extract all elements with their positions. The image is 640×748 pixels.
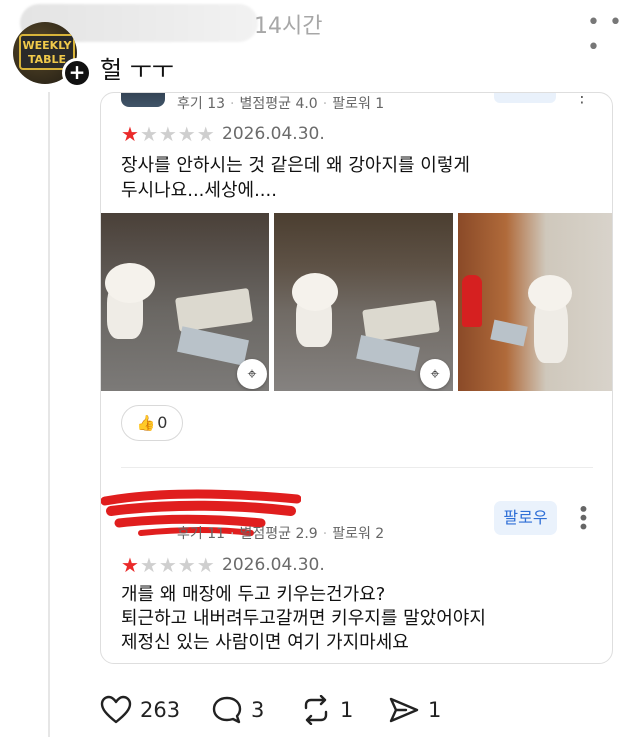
newspaper xyxy=(356,335,420,371)
dog-photo-3[interactable] xyxy=(458,213,612,391)
location-pin-icon[interactable]: ⌖ xyxy=(420,359,450,389)
send-icon xyxy=(389,697,419,723)
review-screenshot[interactable]: 후기 13 · 별점평균 4.0 · 팔로워 1 ⋮ ★★★★★ 2026.04.30.… xyxy=(100,92,613,664)
follow-button[interactable]: 팔로우 xyxy=(494,501,557,535)
like-count: 0 xyxy=(157,413,168,432)
repost-icon xyxy=(304,695,328,725)
share-count: 1 xyxy=(428,698,442,722)
divider xyxy=(121,467,593,468)
star-rating: ★★★★★ xyxy=(121,553,216,577)
reviewer-meta: 후기 11 · 별점평균 2.9 · 팔로워 2 xyxy=(177,526,385,542)
dog-photo-1[interactable]: ⌖ xyxy=(101,213,269,391)
share-action[interactable]: 1 xyxy=(388,693,441,727)
dog-head xyxy=(528,275,572,311)
reviewer-avatar xyxy=(121,93,165,107)
thumbs-up-icon: 👍 xyxy=(136,414,156,432)
dog-photo-2[interactable]: ⌖ xyxy=(274,213,453,391)
comment-count: 3 xyxy=(251,698,265,722)
newspaper xyxy=(177,326,249,366)
location-pin-icon[interactable]: ⌖ xyxy=(237,359,267,389)
like-action[interactable]: 263 xyxy=(100,693,180,727)
fire-extinguisher xyxy=(462,275,482,327)
comment-bubble-icon xyxy=(212,696,242,724)
more-horizontal-icon[interactable]: • • • xyxy=(587,10,640,60)
review-text-line-1: 개를 왜 매장에 두고 키우는건가요? xyxy=(121,584,386,605)
reviewer-meta: 후기 13 · 별점평균 4.0 · 팔로워 1 xyxy=(177,96,385,112)
like-button[interactable]: 👍 0 xyxy=(121,405,183,441)
cloth-pile xyxy=(362,300,440,342)
dog-head xyxy=(105,263,155,303)
follow-button[interactable] xyxy=(494,93,556,103)
repost-action[interactable]: 1 xyxy=(300,693,353,727)
post-time: 14시간 xyxy=(254,14,323,39)
review-text-line-2: 두시나요...세상에.... xyxy=(121,180,277,201)
review-date: 2026.04.30. xyxy=(222,124,325,144)
bowl xyxy=(490,319,528,347)
kebab-menu-icon[interactable]: ⋮ xyxy=(574,93,590,106)
cloth-pile xyxy=(174,288,254,332)
follow-plus-button[interactable]: + xyxy=(62,58,92,88)
post-text: 헐 ㅜㅜ xyxy=(100,56,174,84)
kebab-menu-icon[interactable]: ••• xyxy=(571,503,595,529)
review-date: 2026.04.30. xyxy=(222,555,325,575)
review-text-line-2: 퇴근하고 내버려두고갈꺼면 키우지를 말았어야지 xyxy=(121,608,486,629)
comment-action[interactable]: 3 xyxy=(211,693,264,727)
thread-line xyxy=(48,92,50,737)
review-text-line-3: 제정신 있는 사람이면 여기 가지마세요 xyxy=(121,632,409,653)
heart-icon xyxy=(100,695,132,724)
dog-head xyxy=(292,273,338,311)
review-text-line-1: 장사를 안하시는 것 같은데 왜 강아지를 이렇게 xyxy=(121,155,470,176)
like-count: 263 xyxy=(140,698,181,722)
star-rating: ★★★★★ xyxy=(121,122,216,146)
repost-count: 1 xyxy=(340,698,354,722)
